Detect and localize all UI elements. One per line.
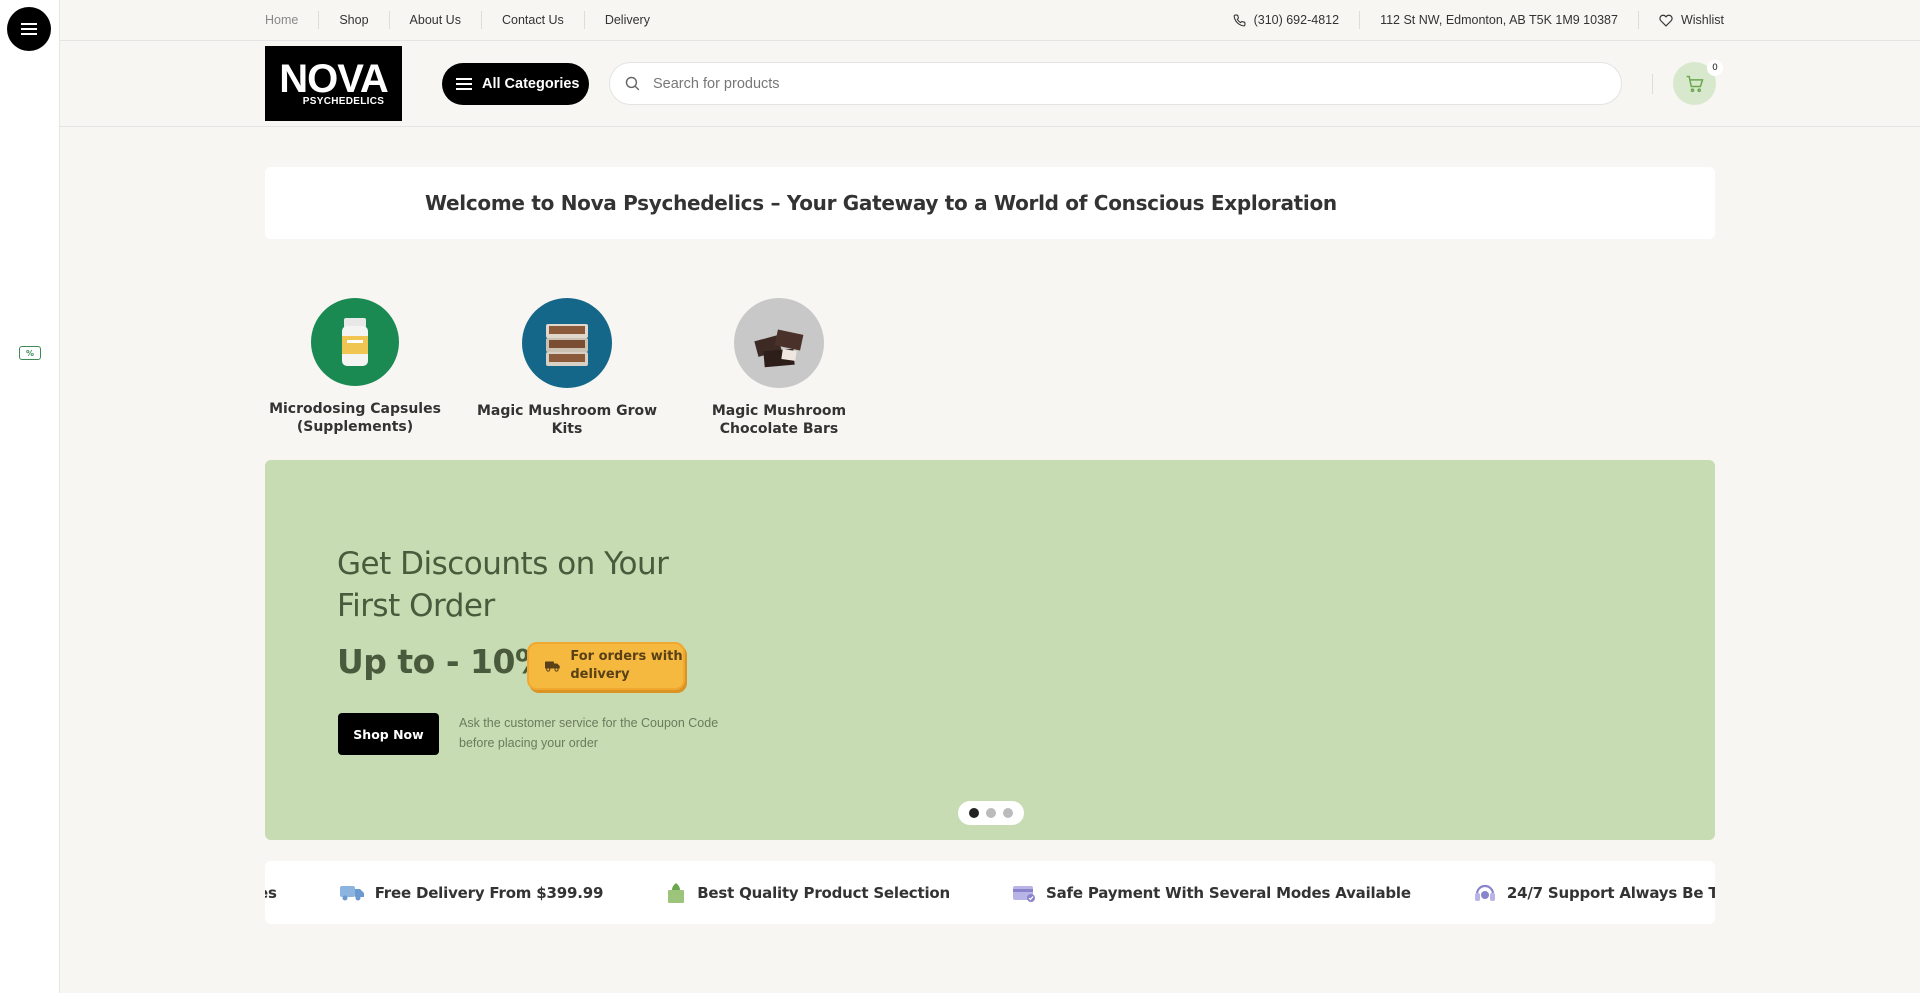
truck-icon [339,885,364,900]
all-categories-label: All Categories [482,76,580,92]
feature-best-quality: Best Quality Product Selection [665,882,950,904]
leaf-box-icon [668,882,685,903]
category-image [311,298,399,386]
welcome-title: Welcome to Nova Psychedelics – Your Gate… [425,191,1337,215]
top-info: (310) 692-4812 112 St NW, Edmonton, AB T… [1213,0,1724,40]
logo[interactable]: NOVA PSYCHEDELICS [265,46,402,121]
phone-number: (310) 692-4812 [1253,13,1340,27]
feature-text: stores [265,883,277,902]
features-strip: stores Free Delivery From $399.99 Best Q… [265,861,1715,924]
heart-icon [1659,14,1673,27]
hamburger-icon[interactable] [7,7,51,51]
nav-shop[interactable]: Shop [319,11,390,29]
top-bar: Home Shop About Us Contact Us Delivery (… [60,0,1920,41]
category-image [734,298,824,388]
phone-icon [1233,14,1246,26]
search-bar [609,62,1622,105]
hero-discount: Up to - 10% [337,642,548,681]
nav-home[interactable]: Home [265,11,320,29]
shop-now-button[interactable]: Shop Now [338,713,439,755]
wishlist-label: Wishlist [1680,13,1724,27]
search-input[interactable] [653,75,1553,92]
features-track: stores Free Delivery From $399.99 Best Q… [265,861,1715,924]
feature-free-delivery: Free Delivery From $399.99 [339,883,603,903]
wishlist-link[interactable]: Wishlist [1639,11,1724,29]
search-icon [625,76,640,91]
nav-contact-us[interactable]: Contact Us [482,11,585,29]
slider-dot-3[interactable] [1003,808,1013,818]
truck-icon [545,661,560,672]
category-image [522,298,612,388]
headset-icon [1474,884,1495,901]
category-label: Microdosing Capsules (Supplements) [269,401,441,435]
hero-note: Ask the customer service for the Coupon … [459,716,719,750]
feature-stores: stores [265,884,277,902]
top-nav: Home Shop About Us Contact Us Delivery [265,0,670,40]
hero-title: Get Discounts on Your First Order [337,546,669,624]
header: NOVA PSYCHEDELICS All Categories 0 [60,41,1920,127]
delivery-badge: For orders with delivery [527,642,685,690]
category-label: Magic Mushroom Chocolate Bars [711,403,847,437]
cart-icon [1686,75,1704,92]
credit-card-icon [1013,885,1035,902]
feature-text: Safe Payment With Several Modes Availabl… [1046,883,1411,902]
all-categories-button[interactable]: All Categories [442,63,589,105]
address: 112 St NW, Edmonton, AB T5K 1M9 10387 [1360,11,1639,29]
category-microdosing-capsules[interactable]: Microdosing Capsules (Supplements) [260,298,450,436]
delivery-badge-text: For orders with delivery [570,649,683,682]
feature-text: Free Delivery From $399.99 [374,883,604,902]
feature-text: 24/7 Support Always Be There [1506,883,1715,902]
category-grow-kits[interactable]: Magic Mushroom Grow Kits [472,298,662,438]
feature-text: Best Quality Product Selection [697,883,950,902]
welcome-banner: Welcome to Nova Psychedelics – Your Gate… [265,167,1715,239]
cart-count-badge: 0 [1707,60,1723,76]
hero-banner: Get Discounts on Your First Order Up to … [265,460,1715,840]
feature-safe-payment: Safe Payment With Several Modes Availabl… [1012,883,1411,903]
logo-wordmark: NOVA [279,57,389,101]
nav-about-us[interactable]: About Us [390,11,482,29]
slider-dots [958,801,1024,825]
header-divider [1652,74,1653,94]
logo-subtitle: PSYCHEDELICS [302,96,385,107]
menu-icon [456,78,472,90]
address-text: 112 St NW, Edmonton, AB T5K 1M9 10387 [1380,13,1618,27]
nav-delivery[interactable]: Delivery [585,11,670,29]
phone-link[interactable]: (310) 692-4812 [1213,11,1361,29]
slider-dot-1[interactable] [969,808,979,818]
coupon-icon[interactable]: % [19,346,41,360]
category-label: Magic Mushroom Grow Kits [476,403,658,437]
category-chocolate-bars[interactable]: Magic Mushroom Chocolate Bars [684,298,874,438]
slider-dot-2[interactable] [986,808,996,818]
feature-support: 24/7 Support Always Be There [1473,882,1715,904]
left-rail: % [0,0,60,993]
